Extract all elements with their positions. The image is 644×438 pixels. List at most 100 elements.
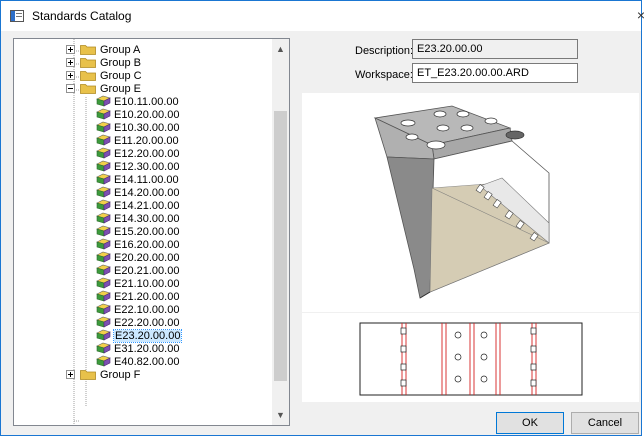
scroll-down-arrow-icon[interactable]: ▼	[276, 410, 285, 420]
part-icon	[96, 316, 111, 328]
tree-node-label: E14.20.00.00	[114, 187, 180, 199]
scroll-thumb[interactable]	[274, 111, 287, 381]
tree-item-node[interactable]: E23.20.00.00	[96, 329, 183, 343]
folder-icon	[80, 44, 96, 55]
part-icon	[96, 342, 111, 354]
part-icon	[96, 290, 111, 302]
tree-group-node[interactable]: Group A	[66, 44, 140, 57]
tree-node-label: Group E	[100, 83, 141, 95]
part-icon	[96, 121, 111, 133]
tree-node-label: Group B	[100, 57, 141, 69]
part-icon	[96, 251, 111, 263]
tree-node-label: E20.20.00.00	[114, 252, 180, 264]
tree-node-label: E31.20.00.00	[114, 343, 180, 355]
tree-item-node[interactable]: E14.30.00.00	[96, 212, 180, 226]
tree-item-node[interactable]: E10.30.00.00	[96, 121, 180, 135]
tree-item-node[interactable]: E16.20.00.00	[96, 238, 180, 252]
tree-node-label: Group A	[100, 44, 141, 56]
tree-item-node[interactable]: E21.20.00.00	[96, 290, 180, 304]
tree-item-node[interactable]: E14.20.00.00	[96, 186, 180, 200]
tree-node-label: E12.20.00.00	[114, 148, 180, 160]
tree-item-node[interactable]: E14.11.00.00	[96, 173, 179, 187]
workspace-field[interactable]: ET_E23.20.00.00.ARD	[412, 63, 578, 83]
tree-item-node[interactable]: E12.30.00.00	[96, 160, 180, 174]
folder-icon	[80, 70, 96, 81]
tree-node-label: Group F	[100, 369, 141, 381]
folder-icon	[80, 83, 96, 94]
cancel-button[interactable]: Cancel	[571, 412, 639, 434]
tree-item-node[interactable]: E14.21.00.00	[96, 199, 180, 213]
part-icon	[96, 186, 111, 198]
tree-node-label: E21.10.00.00	[114, 278, 180, 290]
standards-catalog-window: Standards Catalog × Group A Group B Group …	[0, 0, 644, 436]
part-icon	[96, 355, 111, 367]
part-icon	[96, 147, 111, 159]
part-icon	[96, 173, 111, 185]
tree-item-node[interactable]: E20.20.00.00	[96, 251, 180, 265]
window-app-icon	[10, 10, 24, 22]
tree-node-label: E16.20.00.00	[114, 239, 180, 251]
part-icon	[96, 199, 111, 211]
part-flat-pattern-preview	[302, 313, 639, 402]
part-icon	[96, 160, 111, 172]
tree-node-label: E22.20.00.00	[114, 317, 180, 329]
part-icon	[96, 264, 111, 276]
part-icon	[96, 134, 111, 146]
tree-item-node[interactable]: E11.20.00.00	[96, 134, 179, 148]
tree-item-node[interactable]: E10.11.00.00	[96, 95, 179, 109]
tree-node-label: E14.11.00.00	[114, 174, 179, 186]
tree-item-node[interactable]: E10.20.00.00	[96, 108, 180, 122]
tree-item-node[interactable]: E22.10.00.00	[96, 303, 180, 317]
tree-group-node[interactable]: Group F	[66, 369, 140, 382]
tree-node-label: E23.20.00.00	[112, 329, 183, 343]
tree-node-label: E10.11.00.00	[114, 96, 179, 108]
scroll-up-arrow-icon[interactable]: ▲	[276, 44, 285, 54]
tree-scrollbar[interactable]: ▲ ▼	[272, 39, 289, 425]
tree-node-label: E20.21.00.00	[114, 265, 180, 277]
part-icon	[96, 95, 111, 107]
tree-node-label: E14.30.00.00	[114, 213, 180, 225]
tree-item-node[interactable]: E12.20.00.00	[96, 147, 180, 161]
tree-group-node[interactable]: Group B	[66, 57, 141, 70]
tree-node-label: E22.10.00.00	[114, 304, 180, 316]
expand-icon[interactable]	[66, 57, 75, 67]
tree-node-label: E12.30.00.00	[114, 161, 180, 173]
title-bar: Standards Catalog ×	[1, 1, 644, 31]
tree-item-node[interactable]: E22.20.00.00	[96, 316, 180, 330]
tree-group-node[interactable]: Group E	[66, 83, 141, 96]
tree-group-node[interactable]: Group C	[66, 70, 142, 83]
expand-icon[interactable]	[66, 70, 75, 80]
expand-icon[interactable]	[66, 44, 75, 54]
catalog-tree[interactable]: Group A Group B Group C Group E E10.11.00.00…	[13, 38, 290, 426]
folder-icon	[80, 57, 96, 68]
tree-node-label: E21.20.00.00	[114, 291, 180, 303]
folder-icon	[80, 369, 96, 380]
tree-node-label: E15.20.00.00	[114, 226, 180, 238]
tree-item-node[interactable]: E31.20.00.00	[96, 342, 180, 356]
description-field: E23.20.00.00	[412, 39, 578, 59]
part-icon	[96, 212, 111, 224]
part-icon	[96, 277, 111, 289]
part-icon	[96, 108, 111, 120]
tree-node-label: Group C	[100, 70, 142, 82]
tree-node-label: E40.82.00.00	[114, 356, 180, 368]
window-title: Standards Catalog	[32, 9, 132, 23]
tree-node-label: E11.20.00.00	[114, 135, 179, 147]
expand-icon[interactable]	[66, 369, 75, 379]
part-icon	[96, 303, 111, 315]
tree-item-node[interactable]: E20.21.00.00	[96, 264, 180, 278]
part-3d-preview	[302, 93, 639, 312]
tree-node-label: E10.30.00.00	[114, 122, 180, 134]
tree-item-node[interactable]: E40.82.00.00	[96, 355, 180, 369]
collapse-icon[interactable]	[66, 83, 75, 93]
ok-button[interactable]: OK	[496, 412, 564, 434]
part-icon	[96, 225, 111, 237]
tree-item-node[interactable]: E21.10.00.00	[96, 277, 180, 291]
workspace-label: Workspace:	[355, 69, 413, 81]
part-icon	[96, 238, 111, 250]
description-label: Description:	[355, 45, 414, 57]
tree-node-label: E14.21.00.00	[114, 200, 180, 212]
tree-item-node[interactable]: E15.20.00.00	[96, 225, 180, 239]
close-icon[interactable]: ×	[637, 7, 644, 23]
tree-node-label: E10.20.00.00	[114, 109, 180, 121]
